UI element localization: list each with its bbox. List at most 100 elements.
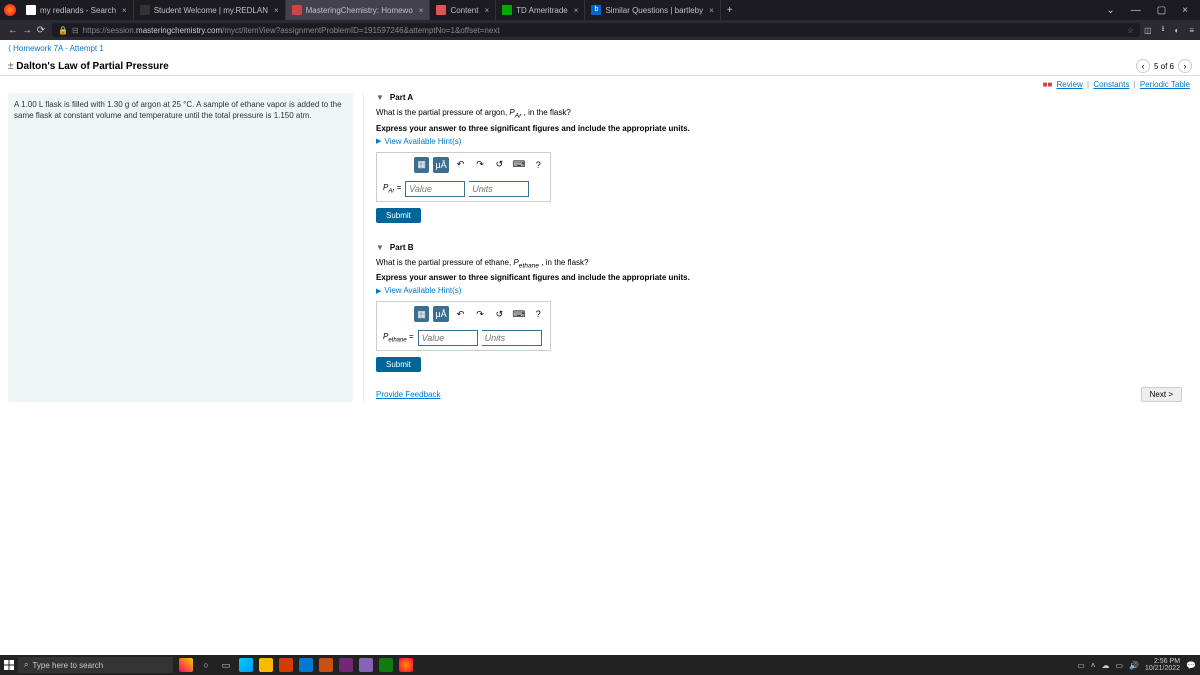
close-icon[interactable]: × — [274, 6, 279, 15]
provide-feedback-link[interactable]: Provide Feedback — [376, 390, 440, 399]
reload-button[interactable]: ⟳ — [34, 25, 48, 36]
periodic-table-link[interactable]: Periodic Table — [1140, 80, 1190, 89]
tab-mastering[interactable]: MasteringChemistry: Homewo × — [286, 0, 431, 20]
url-bar[interactable]: 🔒 ⊟ https://session.masteringchemistry.c… — [52, 23, 1140, 37]
chevron-up-icon[interactable]: ˄ — [1091, 661, 1096, 670]
undo-button[interactable]: ↶ — [453, 157, 468, 173]
part-b-header[interactable]: ▼ Part B — [376, 243, 1192, 252]
part-b-hints[interactable]: View Available Hint(s) — [376, 286, 1192, 295]
next-page-button[interactable]: › — [1178, 59, 1192, 73]
page-title: Dalton's Law of Partial Pressure — [8, 61, 169, 72]
time-text: 2:56 PM — [1145, 658, 1180, 665]
symbol-button[interactable]: μÅ — [433, 306, 448, 322]
url-domain: masteringchemistry.com — [136, 26, 222, 35]
minimize-button[interactable]: — — [1123, 5, 1149, 16]
part-a-header[interactable]: ▼ Part A — [376, 93, 1192, 102]
tab-label: Content — [450, 6, 478, 15]
url-prefix: https://session. — [83, 26, 136, 35]
tab-bartleby[interactable]: b Similar Questions | bartleby × — [585, 0, 720, 20]
next-button[interactable]: Next > — [1141, 387, 1182, 402]
part-b: ▼ Part B What is the partial pressure of… — [376, 243, 1192, 373]
close-icon[interactable]: × — [419, 6, 424, 15]
taskbar-search[interactable]: ⌕ Type here to search — [18, 657, 173, 673]
task-view-icon[interactable]: ▭ — [219, 658, 233, 672]
breadcrumb-link[interactable]: Homework 7A - Attempt 1 — [8, 44, 104, 53]
app2-icon[interactable] — [339, 658, 353, 672]
bing-icon — [26, 5, 36, 15]
prev-button[interactable]: ‹ — [1136, 59, 1150, 73]
system-tray: ▭ ˄ ☁ ▭ 🔊 2:56 PM 10/21/2022 💬 — [1077, 658, 1200, 672]
tab-redlands[interactable]: Student Welcome | my.REDLAN × — [134, 0, 286, 20]
forward-button[interactable]: → — [20, 25, 34, 36]
pocket-icon[interactable]: ◫ — [1144, 26, 1152, 35]
keyboard-button[interactable]: ⌨ — [511, 306, 526, 322]
reset-button[interactable]: ↺ — [492, 306, 507, 322]
close-icon[interactable]: × — [709, 6, 714, 15]
close-icon[interactable]: × — [574, 6, 579, 15]
account-icon[interactable]: ◐ — [1174, 26, 1179, 35]
news-icon[interactable] — [179, 658, 193, 672]
redo-button[interactable]: ↷ — [472, 157, 487, 173]
close-button[interactable]: × — [1174, 5, 1196, 16]
tab-content[interactable]: Content × — [430, 0, 496, 20]
part-b-toolbar: ▦ μÅ ↶ ↷ ↺ ⌨ ? — [377, 302, 550, 326]
reset-button[interactable]: ↺ — [492, 157, 507, 173]
search-icon: ⌕ — [24, 660, 28, 670]
lock-icon: 🔒 — [58, 26, 68, 35]
search-placeholder: Type here to search — [32, 661, 103, 670]
notifications-icon[interactable]: 💬 — [1186, 661, 1196, 670]
browser-nav-bar: ← → ⟳ 🔒 ⊟ https://session.masteringchemi… — [0, 20, 1200, 40]
explorer-icon[interactable] — [259, 658, 273, 672]
part-a-question: What is the partial pressure of argon, P… — [376, 108, 1192, 120]
new-tab-button[interactable]: + — [721, 5, 739, 16]
close-icon[interactable]: × — [122, 6, 127, 15]
redo-button[interactable]: ↷ — [472, 306, 487, 322]
part-a-units-input[interactable] — [469, 181, 529, 197]
tab-td[interactable]: TD Ameritrade × — [496, 0, 585, 20]
onedrive-icon[interactable]: ☁ — [1101, 661, 1109, 670]
chevron-down-icon[interactable]: ⌄ — [1098, 5, 1122, 16]
tray-app-icon[interactable]: ▭ — [1077, 661, 1085, 670]
cortana-icon[interactable]: ○ — [199, 658, 213, 672]
back-button[interactable]: ← — [6, 25, 20, 36]
office-icon[interactable] — [279, 658, 293, 672]
constants-link[interactable]: Constants — [1093, 80, 1129, 89]
app-icon[interactable] — [319, 658, 333, 672]
part-b-value-input[interactable] — [418, 330, 478, 346]
menu-icon[interactable]: ≡ — [1189, 26, 1194, 35]
keyboard-button[interactable]: ⌨ — [511, 157, 526, 173]
download-icon[interactable]: ⭳ — [1162, 23, 1165, 37]
clock[interactable]: 2:56 PM 10/21/2022 — [1145, 658, 1180, 672]
grid-icon — [140, 5, 150, 15]
tab-label: TD Ameritrade — [516, 6, 568, 15]
part-a-hints[interactable]: View Available Hint(s) — [376, 137, 1192, 146]
part-a-title: Part A — [390, 93, 413, 102]
part-a-input-row: PAr = — [377, 177, 550, 201]
edge-icon[interactable] — [239, 658, 253, 672]
firefox-taskbar-icon[interactable] — [399, 658, 413, 672]
tab-search[interactable]: my redlands - Search × — [20, 0, 134, 20]
symbol-button[interactable]: μÅ — [433, 157, 448, 173]
part-b-units-input[interactable] — [482, 330, 542, 346]
bookmark-icon[interactable]: ☆ — [1127, 26, 1134, 35]
start-button[interactable] — [0, 656, 18, 674]
template-button[interactable]: ▦ — [414, 157, 429, 173]
battery-icon[interactable]: ▭ — [1115, 661, 1123, 670]
close-icon[interactable]: × — [484, 6, 489, 15]
mail-icon[interactable] — [299, 658, 313, 672]
help-button[interactable]: ? — [531, 306, 546, 322]
part-a-submit-button[interactable]: Submit — [376, 208, 421, 223]
template-button[interactable]: ▦ — [414, 306, 429, 322]
part-a-variable: PAr = — [383, 183, 401, 195]
part-a: ▼ Part A What is the partial pressure of… — [376, 93, 1192, 223]
review-link[interactable]: Review — [1057, 80, 1083, 89]
teams-icon[interactable] — [359, 658, 373, 672]
part-b-submit-button[interactable]: Submit — [376, 357, 421, 372]
undo-button[interactable]: ↶ — [453, 306, 468, 322]
caret-down-icon: ▼ — [376, 93, 384, 102]
volume-icon[interactable]: 🔊 — [1129, 661, 1139, 670]
help-button[interactable]: ? — [531, 157, 546, 173]
part-a-value-input[interactable] — [405, 181, 465, 197]
xbox-icon[interactable] — [379, 658, 393, 672]
maximize-button[interactable]: ▢ — [1149, 5, 1174, 16]
